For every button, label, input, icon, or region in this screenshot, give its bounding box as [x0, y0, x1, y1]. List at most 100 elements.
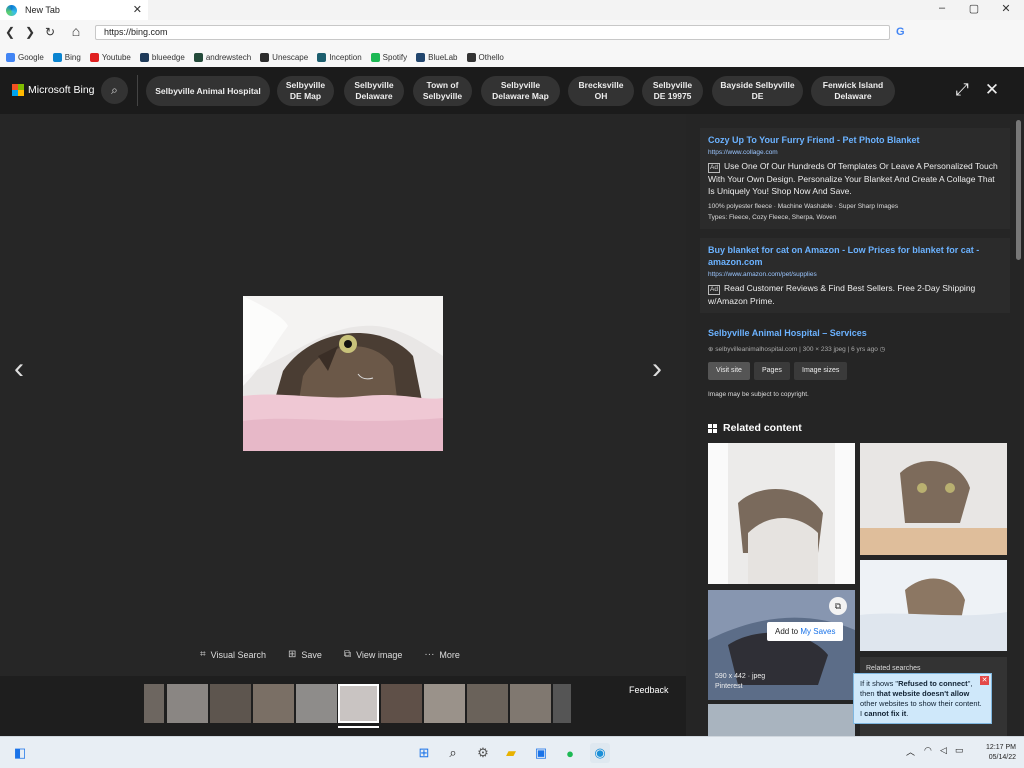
action-label: Visual Search	[210, 649, 267, 660]
ad-title-link[interactable]: Buy blanket for cat on Amazon - Low Pric…	[708, 244, 1002, 268]
google-icon[interactable]: G	[896, 26, 905, 38]
previous-image-icon[interactable]: ‹	[14, 352, 24, 386]
filmstrip-thumb[interactable]	[296, 684, 337, 723]
add-to-saves-icon[interactable]: ⧉	[829, 597, 847, 615]
forward-icon[interactable]: ❯	[22, 25, 38, 39]
search-icon[interactable]: ⌕	[101, 77, 128, 104]
filmstrip-thumb[interactable]	[381, 684, 422, 723]
bookmark-inception[interactable]: Inception	[317, 52, 362, 62]
filmstrip-thumb[interactable]	[144, 684, 164, 723]
feedback-link[interactable]: Feedback	[629, 685, 669, 695]
image-sizes-button[interactable]: Image sizes	[794, 362, 848, 380]
bookmark-unescape[interactable]: Unescape	[260, 52, 309, 62]
related-search-chip[interactable]: Selbyville Delaware	[344, 76, 404, 106]
bookmark-google[interactable]: Google	[6, 52, 44, 62]
source-age: 6 yrs ago	[851, 346, 878, 353]
pages-button[interactable]: Pages	[754, 362, 790, 380]
edge-browser-icon[interactable]: ◉	[590, 743, 610, 763]
related-image-meta: 590 x 442 · jpeg Pinterest	[715, 672, 765, 692]
bookmark-othello[interactable]: Othello	[466, 52, 504, 62]
related-search-chip[interactable]: Selbyville Delaware Map	[481, 76, 560, 106]
spotify-icon[interactable]: ●	[560, 743, 580, 763]
ad-url[interactable]: https://www.collage.com	[708, 149, 1002, 156]
ad-desc-text: Read Customer Reviews & Find Best Seller…	[708, 283, 976, 306]
related-search-chip[interactable]: Bayside Selbyville DE	[712, 76, 803, 106]
related-search-chip[interactable]: Selbyville Animal Hospital	[146, 76, 270, 106]
filmstrip-thumb[interactable]	[467, 684, 508, 723]
tray-chevron-icon[interactable]: ︿	[906, 745, 915, 758]
related-image[interactable]	[708, 443, 855, 584]
bookmark-bluelab[interactable]: BlueLab	[416, 52, 458, 62]
search-taskbar-icon[interactable]: ⌕	[443, 743, 463, 763]
windows-start-icon[interactable]: ⊞	[414, 743, 434, 763]
close-icon[interactable]: ✕	[982, 80, 1002, 100]
related-search-chip[interactable]: Fenwick Island Delaware	[811, 76, 895, 106]
popup-text: If it shows "	[860, 679, 899, 688]
filmstrip-thumb-selected[interactable]	[338, 684, 379, 723]
source-domain[interactable]: selbyvilleanimalhospital.com	[715, 346, 797, 353]
main-cat-image[interactable]	[243, 296, 443, 451]
system-clock[interactable]: 12:17 PM 05/14/22	[986, 743, 1016, 763]
clock-date: 05/14/22	[988, 754, 1016, 761]
file-explorer-icon[interactable]: ▰	[501, 743, 521, 763]
filmstrip-thumb[interactable]	[553, 684, 571, 723]
url-input[interactable]: https://bing.com	[95, 25, 890, 40]
filmstrip-thumb[interactable]	[210, 684, 251, 723]
bookmark-label: Bing	[64, 52, 81, 62]
related-search-chip[interactable]: Selbyville DE 19975	[642, 76, 703, 106]
visit-site-button[interactable]: Visit site	[708, 362, 750, 380]
notification-popup: If it shows "Refused to connect", then t…	[853, 673, 992, 724]
bookmark-bing[interactable]: Bing	[52, 52, 81, 62]
filmstrip-thumb[interactable]	[424, 684, 465, 723]
filmstrip-thumb[interactable]	[253, 684, 294, 723]
store-icon[interactable]: ▣	[531, 743, 551, 763]
add-to-saves-tooltip: Add to My Saves	[767, 622, 844, 641]
expand-icon[interactable]: ⤢	[952, 80, 972, 100]
ad-badge: Ad	[708, 285, 720, 295]
filmstrip-thumb[interactable]	[510, 684, 551, 723]
related-image[interactable]	[860, 560, 1007, 651]
bookmark-spotify[interactable]: Spotify	[370, 52, 407, 62]
bing-logo-text: Microsoft Bing	[28, 84, 95, 96]
popup-close-icon[interactable]: ✕	[980, 676, 989, 685]
related-search-chip[interactable]: Brecksville OH	[568, 76, 634, 106]
tab-close-icon[interactable]: ✕	[133, 3, 142, 16]
filmstrip-thumb[interactable]	[167, 684, 208, 723]
bookmark-label: Unescape	[272, 52, 309, 62]
bookmark-blueedge[interactable]: blueedge	[139, 52, 185, 62]
browser-tab[interactable]: New Tab ✕	[0, 0, 148, 20]
related-search-chip[interactable]: Selbyville DE Map	[277, 76, 334, 106]
related-searches-title: Related searches	[866, 665, 921, 672]
related-image[interactable]	[708, 704, 855, 736]
visual-search-button[interactable]: ⌗ Visual Search	[200, 649, 266, 660]
source-title-link[interactable]: Selbyville Animal Hospital – Services	[708, 328, 867, 338]
bookmark-label: Othello	[478, 52, 504, 62]
home-icon[interactable]: ⌂	[68, 23, 84, 39]
widgets-icon[interactable]: ◧	[10, 743, 30, 763]
close-window-button[interactable]: ✕	[996, 2, 1016, 15]
back-icon[interactable]: ❮	[2, 25, 18, 39]
battery-icon[interactable]: ▭	[955, 745, 964, 756]
maximize-button[interactable]: ▢	[964, 2, 984, 15]
bookmark-andrewstech[interactable]: andrewstech	[193, 52, 251, 62]
next-image-icon[interactable]: ›	[652, 352, 662, 386]
bookmark-youtube[interactable]: Youtube	[89, 52, 131, 62]
ad-card: Cozy Up To Your Furry Friend - Pet Photo…	[700, 128, 1010, 229]
related-image[interactable]	[860, 443, 1007, 555]
ad-title-link[interactable]: Cozy Up To Your Furry Friend - Pet Photo…	[708, 134, 1002, 146]
reload-icon[interactable]: ↻	[42, 25, 58, 39]
more-button[interactable]: ··· More	[424, 649, 460, 660]
bing-logo[interactable]: Microsoft Bing	[12, 84, 95, 96]
volume-icon[interactable]: ◁	[940, 745, 947, 756]
view-image-button[interactable]: ⧉ View image	[344, 649, 403, 660]
panel-scrollbar[interactable]	[1016, 120, 1021, 260]
action-label: View image	[356, 649, 403, 660]
save-button[interactable]: ⊞ Save	[288, 649, 322, 660]
settings-gear-icon[interactable]: ⚙	[473, 743, 493, 763]
wifi-icon[interactable]: ◠	[924, 745, 932, 756]
ad-url[interactable]: https://www.amazon.com/pet/supplies	[708, 271, 1002, 278]
minimize-button[interactable]: –	[932, 2, 952, 14]
my-saves-link[interactable]: My Saves	[800, 627, 835, 636]
bookmark-label: Youtube	[101, 52, 131, 62]
related-search-chip[interactable]: Town of Selbyville	[413, 76, 472, 106]
